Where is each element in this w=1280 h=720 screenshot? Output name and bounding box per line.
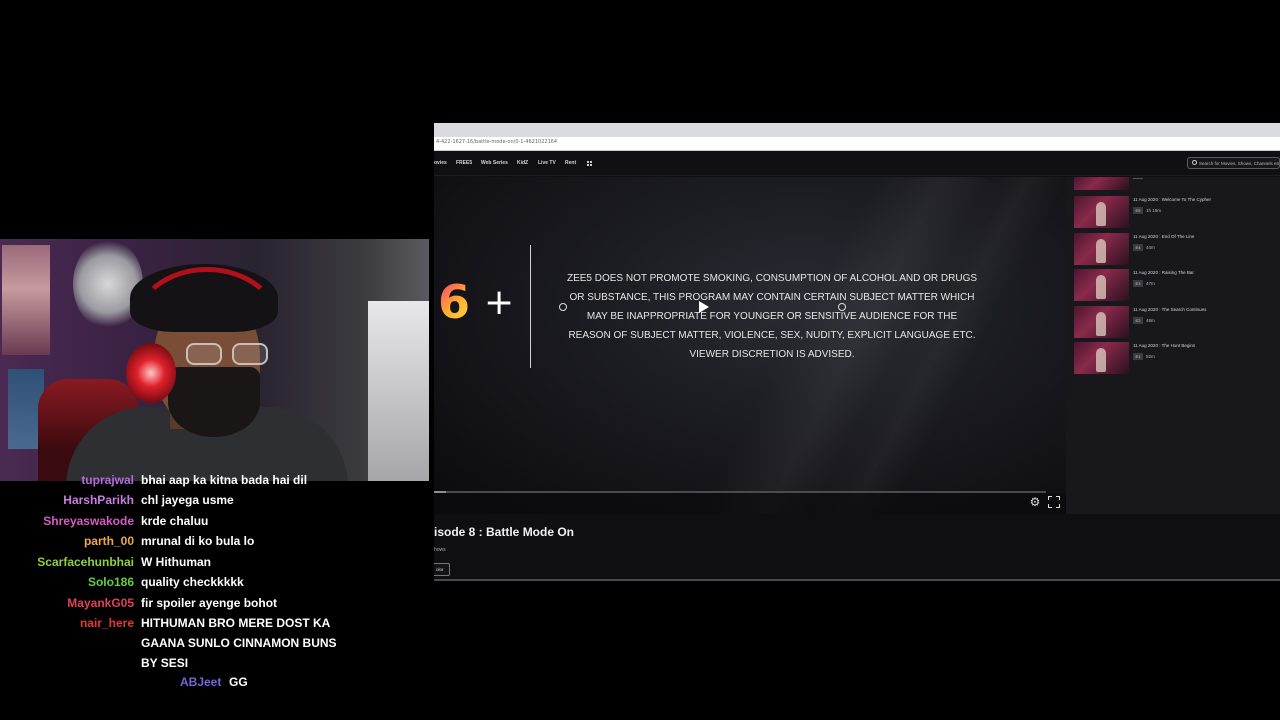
episode-title: 11 Aug 2020 : End Of The Line	[1133, 234, 1195, 239]
age-rating-plus: +	[484, 282, 515, 323]
episode-title: 11 Aug 2020 : The Hunt Begins	[1133, 343, 1196, 348]
fullscreen-icon[interactable]	[1048, 496, 1060, 508]
seek-bar-fill	[434, 491, 447, 493]
video-player[interactable]: 6 + ZEE5 DOES NOT PROMOTE SMOKING, CONSU…	[434, 177, 1066, 514]
episode-duration: 52m	[1146, 354, 1155, 359]
episode-thumbnail	[1074, 196, 1129, 228]
chat-text: bhai aap ka kitna bada hai dil	[141, 473, 308, 487]
episode-badge: E5	[1133, 207, 1143, 214]
episode-thumbnail	[1074, 233, 1129, 265]
forward-icon[interactable]	[838, 303, 846, 311]
nav-item-web-series[interactable]: Web Series	[481, 160, 508, 166]
episode-title: 11 Aug 2020 : Welcome To The Cypher	[1133, 197, 1211, 202]
site-nav: ovies FREE5 Web Series KidZ Live TV Rent	[434, 151, 1280, 176]
chat-panel: tuprajwal bhai aap ka kitna bada hai dil…	[0, 472, 430, 720]
episode-duration: 48m	[1146, 318, 1155, 323]
chat-username[interactable]: HarshParikh	[63, 490, 134, 510]
chat-text: chl jayega usme	[141, 493, 234, 507]
chat-text: HITHUMAN BRO MERE DOST KA GAANA SUNLO CI…	[141, 616, 337, 670]
chat-username[interactable]: tuprajwal	[81, 472, 134, 490]
address-url: 4-422-1627-16/battle-mode-on/0-1-4621022…	[436, 139, 558, 145]
nav-item-free5[interactable]: FREE5	[456, 160, 472, 166]
chat-text: mrunal di ko bula lo	[141, 534, 255, 548]
browser-window: 4-422-1627-16/battle-mode-on/0-1-4621022…	[434, 123, 1280, 581]
stream-frame: 4-422-1627-16/battle-mode-on/0-1-4621022…	[0, 0, 1280, 720]
chat-text: GG	[229, 675, 248, 689]
chat-text: W Hithuman	[141, 555, 211, 569]
seek-bar[interactable]	[434, 491, 1046, 493]
search-input[interactable]	[1199, 159, 1279, 168]
browser-tab-strip	[434, 123, 1280, 137]
episode-item[interactable]: 11 Aug 2020 : The Hunt Begins E1 52m	[1074, 342, 1274, 374]
episode-badge: E1	[1133, 353, 1143, 360]
episode-title: 11 Aug 2020 : Raising The Bar	[1133, 270, 1194, 275]
address-bar[interactable]: 4-422-1627-16/battle-mode-on/0-1-4621022…	[434, 137, 1280, 151]
search-icon	[1192, 160, 1197, 165]
age-rating-number: 6	[438, 275, 471, 329]
episode-badge: E2	[1133, 317, 1143, 324]
chat-username[interactable]: Scarfacehunbhai	[37, 552, 134, 572]
episode-title: 11 Aug 2020 : The Search Continues	[1133, 307, 1207, 312]
headphone-icon	[126, 343, 176, 403]
episode-thumbnail[interactable]	[1074, 177, 1129, 190]
divider	[434, 579, 1280, 581]
episode-heading: isode 8 : Battle Mode On	[434, 525, 575, 539]
grid-menu-icon[interactable]	[587, 161, 592, 166]
color-button[interactable]: olor	[434, 563, 450, 576]
rewind-icon[interactable]	[559, 303, 567, 311]
viewer-disclaimer: ZEE5 DOES NOT PROMOTE SMOKING, CONSUMPTI…	[566, 273, 978, 360]
episode-badge: E4	[1133, 244, 1143, 251]
episode-thumbnail	[1074, 342, 1129, 374]
rating-divider	[530, 245, 531, 368]
player-control-bar	[434, 493, 1066, 514]
webcam-overlay	[0, 239, 429, 481]
chat-text: fir spoiler ayenge bohot	[141, 596, 278, 610]
episode-badge: E3	[1133, 280, 1143, 287]
episode-item[interactable]: 11 Aug 2020 : Raising The Bar E3 47m	[1074, 269, 1274, 301]
episode-item[interactable]: 11 Aug 2020 : End Of The Line E4 44m	[1074, 233, 1274, 265]
episode-thumbnail	[1074, 306, 1129, 338]
chat-username[interactable]: Shreyaswakode	[43, 511, 134, 531]
chat-username[interactable]: nair_here	[80, 613, 134, 633]
episode-item[interactable]: 11 Aug 2020 : The Search Continues E2 48…	[1074, 306, 1274, 338]
play-icon[interactable]	[699, 301, 709, 313]
nav-item-live-tv[interactable]: Live TV	[538, 160, 556, 166]
chat-username[interactable]: ABJeet	[180, 672, 221, 692]
nav-item-movies[interactable]: ovies	[434, 160, 447, 166]
episode-thumbnail	[1074, 269, 1129, 301]
search-box[interactable]	[1187, 157, 1280, 169]
shows-link[interactable]: hows	[434, 547, 446, 553]
episode-duration: 1h 15m	[1146, 208, 1162, 213]
chat-text: krde chaluu	[141, 514, 209, 528]
chat-username[interactable]: MayankG05	[67, 593, 134, 613]
chat-username[interactable]: parth_00	[84, 531, 134, 551]
wall-poster	[2, 245, 50, 355]
nav-item-rent[interactable]: Rent	[565, 160, 576, 166]
gear-icon[interactable]: ⚙	[1029, 496, 1041, 508]
divider	[1133, 178, 1143, 179]
monitor	[368, 301, 429, 481]
episode-duration: 44m	[1146, 245, 1155, 250]
nav-item-kidz[interactable]: KidZ	[517, 160, 528, 166]
episode-list: 11 Aug 2020 : Welcome To The Cypher E5 1…	[1066, 177, 1280, 514]
chat-text: quality checkkkkk	[141, 575, 244, 589]
episode-duration: 47m	[1146, 281, 1155, 286]
episode-item[interactable]: 11 Aug 2020 : Welcome To The Cypher E5 1…	[1074, 196, 1274, 228]
chat-username[interactable]: Solo186	[88, 572, 134, 592]
